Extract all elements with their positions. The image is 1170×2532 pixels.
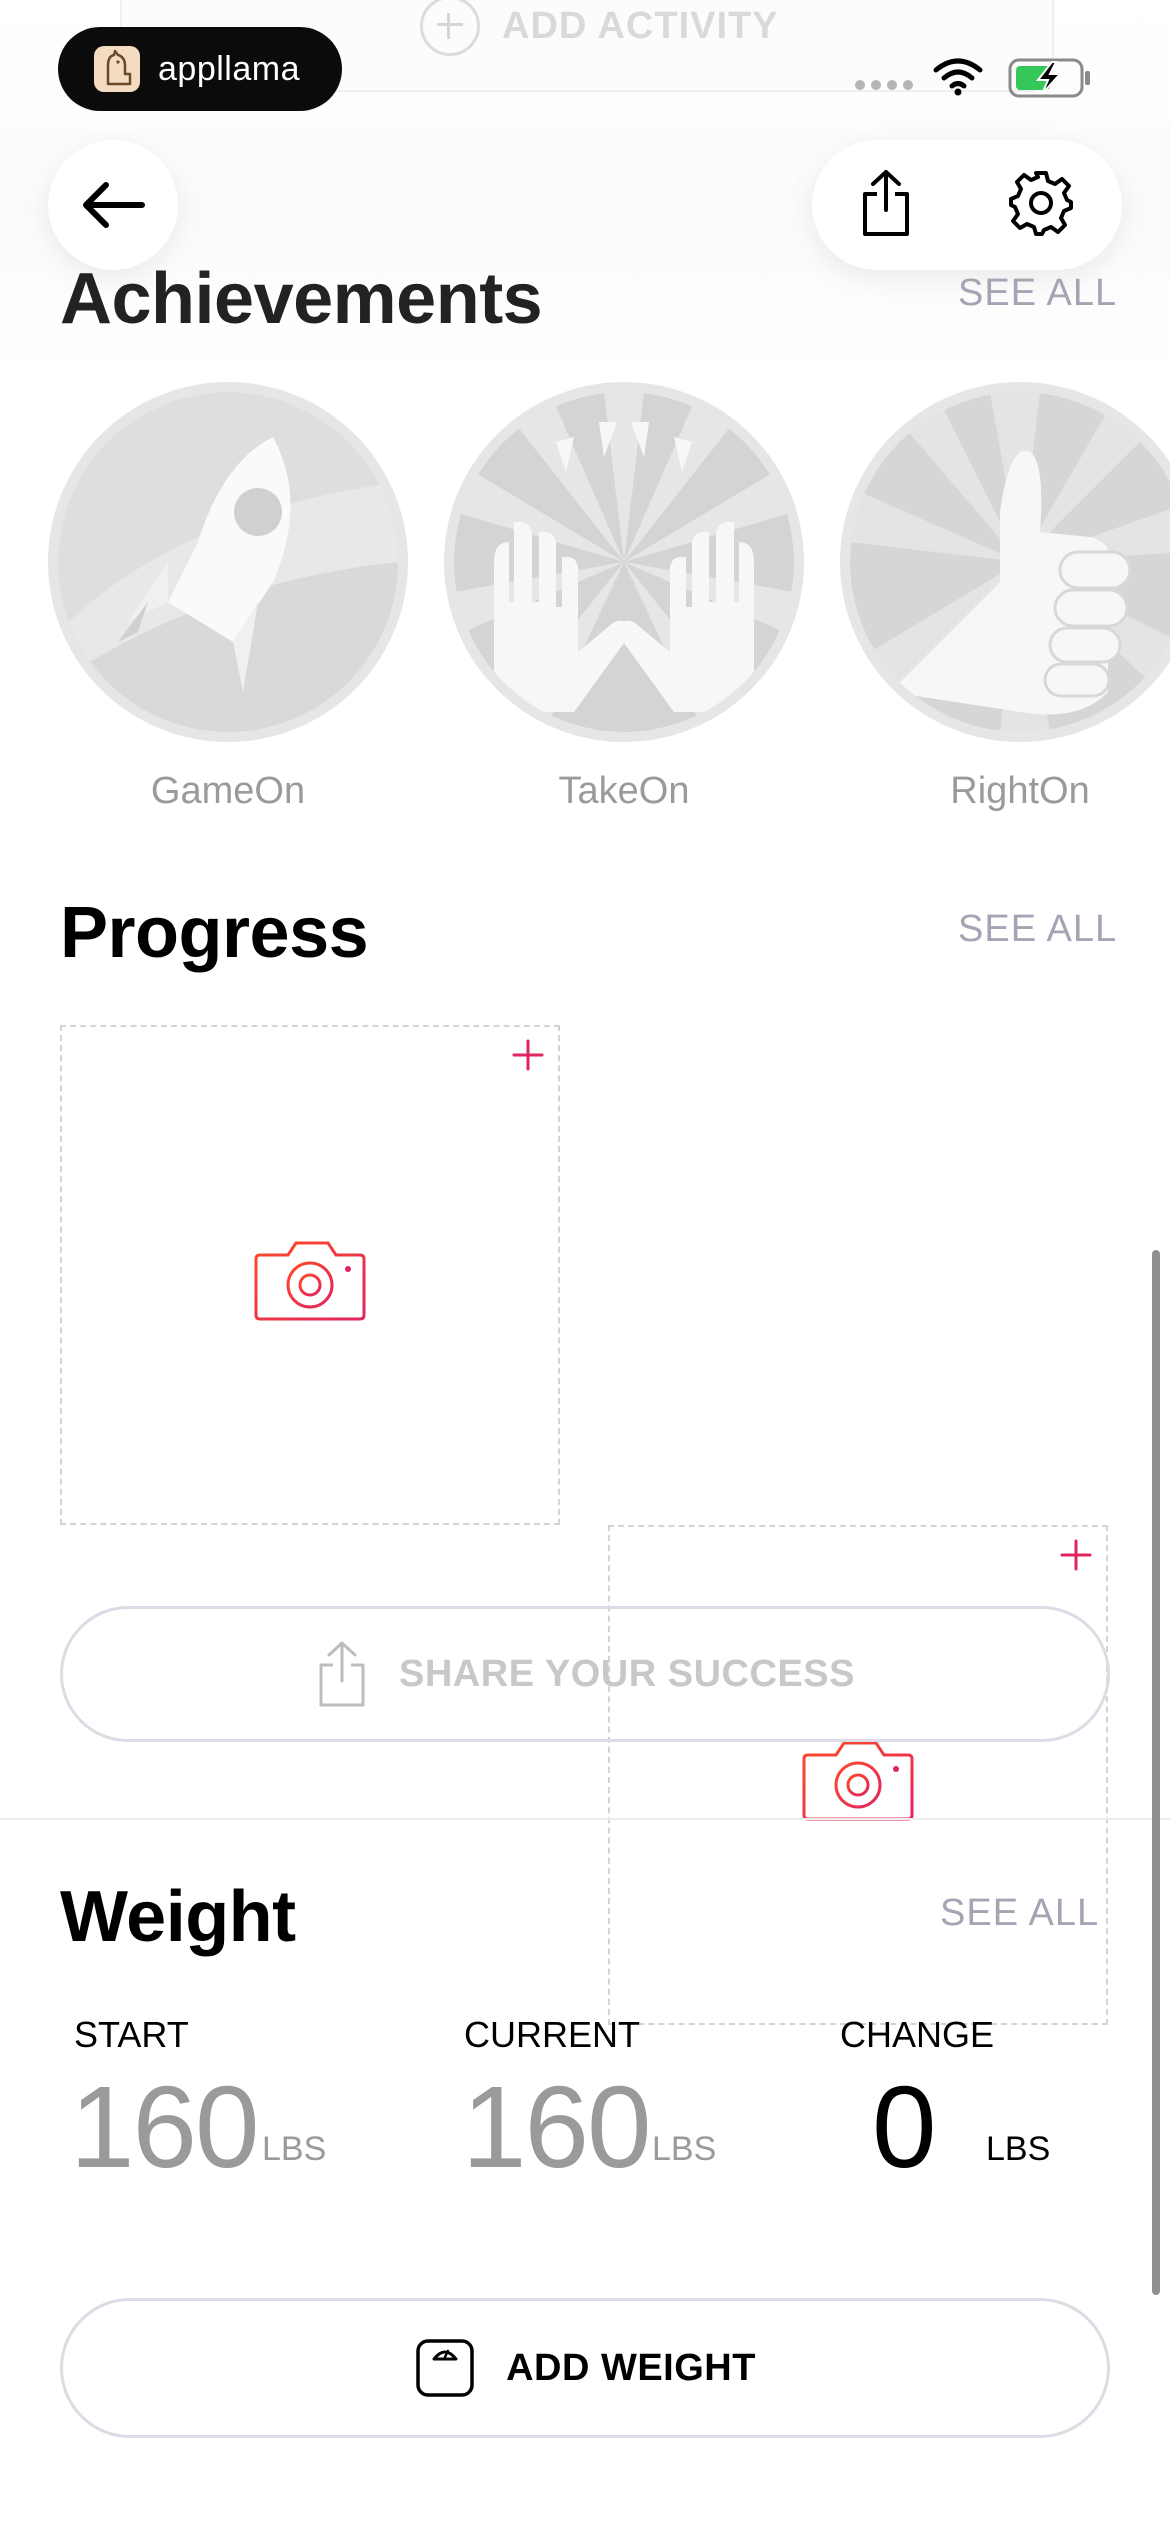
header-actions xyxy=(812,140,1122,270)
weight-change-value: 0 xyxy=(872,2062,937,2192)
thumbs-up-icon xyxy=(850,392,1170,732)
badge-label: RightOn xyxy=(950,770,1090,812)
badge-righton[interactable]: RightOn xyxy=(840,382,1170,813)
progress-photo-slot[interactable] xyxy=(60,1025,560,1525)
badge-takeon[interactable]: TakeOn xyxy=(444,382,804,813)
achievements-title: Achievements xyxy=(60,259,543,339)
rocket-icon xyxy=(58,392,398,732)
weight-title: Weight xyxy=(60,1877,296,1957)
share-icon xyxy=(319,1641,365,1707)
add-circle-icon xyxy=(420,0,480,56)
achievements-see-all[interactable]: SEE ALL xyxy=(958,272,1117,315)
badge-label: GameOn xyxy=(150,770,306,812)
llama-logo-icon xyxy=(94,46,140,92)
badge-circle xyxy=(48,382,408,742)
appllama-label: appllama xyxy=(158,49,300,88)
appllama-badge: appllama xyxy=(58,27,342,111)
gear-icon xyxy=(1008,170,1073,236)
share-success-label: SHARE YOUR SUCCESS xyxy=(399,1652,855,1695)
share-icon xyxy=(862,169,909,236)
camera-icon xyxy=(802,1741,914,1821)
weight-start-unit: LBS xyxy=(262,2130,327,2168)
camera-icon xyxy=(254,1241,366,1321)
weight-start-value: 160 xyxy=(70,2062,260,2192)
add-activity-button[interactable]: ADD ACTIVITY xyxy=(420,0,779,56)
share-success-button[interactable]: SHARE YOUR SUCCESS xyxy=(60,1606,1110,1742)
section-divider xyxy=(0,1818,1170,1820)
share-button[interactable] xyxy=(859,168,913,243)
weight-see-all[interactable]: SEE ALL xyxy=(940,1892,1099,1935)
weight-start-label: START xyxy=(74,2014,189,2055)
wifi-icon xyxy=(933,58,983,96)
weight-current-unit: LBS xyxy=(652,2130,717,2168)
badge-circle xyxy=(444,382,804,742)
back-button[interactable] xyxy=(48,140,178,270)
raised-hands-icon xyxy=(454,392,794,732)
plus-icon xyxy=(512,1039,544,1071)
scale-icon xyxy=(416,2339,474,2397)
plus-icon xyxy=(1060,1539,1092,1571)
progress-see-all[interactable]: SEE ALL xyxy=(958,908,1117,951)
arrow-left-icon xyxy=(83,182,145,228)
weight-change-label: CHANGE xyxy=(840,2014,995,2055)
settings-button[interactable] xyxy=(1006,168,1076,243)
weight-current-value: 160 xyxy=(462,2062,652,2192)
badge-circle xyxy=(840,382,1170,742)
progress-photo-slot[interactable] xyxy=(608,1525,1108,2025)
weight-current-label: CURRENT xyxy=(464,2014,640,2055)
add-weight-button[interactable]: ADD WEIGHT xyxy=(60,2298,1110,2438)
weight-change-unit: LBS xyxy=(986,2130,1051,2168)
progress-title: Progress xyxy=(60,893,369,973)
badge-gameon[interactable]: GameOn xyxy=(48,382,408,813)
add-activity-label: ADD ACTIVITY xyxy=(502,4,779,47)
battery-charging-icon xyxy=(1008,58,1090,98)
badge-label: TakeOn xyxy=(558,770,690,812)
add-weight-label: ADD WEIGHT xyxy=(506,2346,756,2389)
scrollbar[interactable] xyxy=(1152,1250,1160,2295)
signal-dots-icon xyxy=(855,80,913,90)
